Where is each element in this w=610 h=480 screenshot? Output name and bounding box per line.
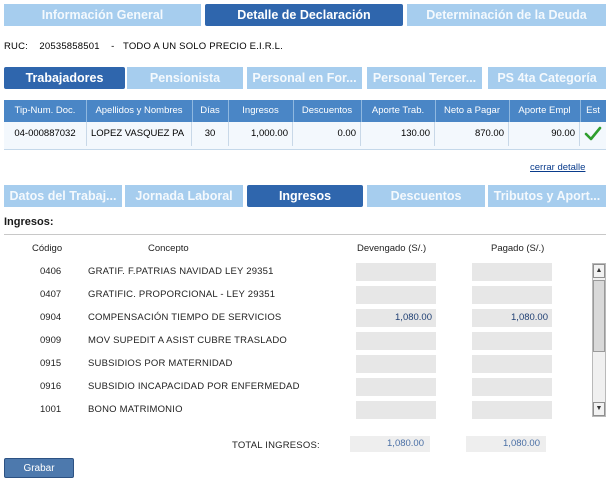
devengado-input[interactable] [356,332,436,350]
cell-estado [580,122,606,146]
col-ingresos[interactable]: Ingresos [228,100,294,122]
col-aporte-empl[interactable]: Aporte Empl [509,100,581,122]
ruc-separator: - [111,41,115,52]
ruc-label: RUC: [4,41,29,52]
company-name: TODO A UN SOLO PRECIO E.I.R.L. [122,41,283,52]
tab-personal-formacion[interactable]: Personal en For... [247,67,362,89]
pagado-input[interactable] [472,332,552,350]
tab-informacion-general[interactable]: Información General [4,4,201,26]
row-desc: COMPENSACIÓN TIEMPO DE SERVICIOS [88,312,282,323]
col-neto-pagar[interactable]: Neto a Pagar [435,100,510,122]
col-pagado: Pagado (S/.) [491,243,545,254]
row-desc: GRATIF. F.PATRIAS NAVIDAD LEY 29351 [88,266,274,277]
tab-trabajadores[interactable]: Trabajadores [4,67,125,89]
pagado-input[interactable] [472,286,552,304]
devengado-input[interactable] [356,286,436,304]
workers-grid: Tip-Num. Doc. Apellidos y Nombres Días I… [4,100,606,150]
cell-neto-pagar: 870.00 [435,122,509,146]
cell-aporte-trab: 130.00 [361,122,435,146]
row-code: 0904 [40,312,62,323]
tab-ps-4ta-categoria[interactable]: PS 4ta Categoría [488,67,606,89]
pagado-input[interactable] [472,378,552,396]
tab-tributos-aportes[interactable]: Tributos y Aport... [488,185,606,207]
col-concepto: Concepto [148,243,189,254]
pagado-input[interactable] [472,355,552,373]
devengado-input[interactable]: 1,080.00 [356,309,436,327]
ruc-number: 20535858501 [39,41,100,52]
tab-datos-trabajador[interactable]: Datos del Trabaj... [4,185,122,207]
devengado-input[interactable] [356,378,436,396]
col-devengado: Devengado (S/.) [357,243,427,254]
row-code: 0915 [40,358,62,369]
pagado-input[interactable] [472,263,552,281]
ingresos-scrollbar[interactable]: ▲ ▼ [592,263,606,417]
check-icon [584,126,602,141]
devengado-input[interactable] [356,401,436,419]
row-code: 0909 [40,335,62,346]
devengado-input[interactable] [356,263,436,281]
divider [4,234,606,235]
row-desc: SUBSIDIO INCAPACIDAD POR ENFERMEDAD [88,381,300,392]
close-detail-link[interactable]: cerrar detalle [530,162,585,173]
cell-nombre: LOPEZ VASQUEZ PA [86,122,192,146]
cell-ingresos: 1,000.00 [228,122,293,146]
col-codigo: Código [32,243,63,254]
col-dias[interactable]: Días [192,100,229,122]
row-code: 0406 [40,266,62,277]
tab-ingresos[interactable]: Ingresos [247,185,363,207]
scroll-down-icon[interactable]: ▼ [593,402,605,416]
cell-descuentos: 0.00 [293,122,361,146]
cell-doc: 04-000887032 [4,122,87,146]
section-title-ingresos: Ingresos: [4,216,54,228]
tab-detalle-declaracion[interactable]: Detalle de Declaración [205,4,403,26]
total-devengado: 1,080.00 [350,436,430,452]
row-desc: GRATIFIC. PROPORCIONAL - LEY 29351 [88,289,276,300]
row-code: 1001 [40,404,62,415]
total-pagado: 1,080.00 [466,436,546,452]
grid-header: Tip-Num. Doc. Apellidos y Nombres Días I… [4,100,606,122]
grabar-button[interactable]: Grabar [4,458,74,478]
tab-jornada-laboral[interactable]: Jornada Laboral [125,185,243,207]
row-desc: MOV SUPEDIT A ASIST CUBRE TRASLADO [88,335,287,346]
col-aporte-trab[interactable]: Aporte Trab. [361,100,436,122]
ruc-line: RUC: 20535858501 - TODO A UN SOLO PRECIO… [4,41,283,52]
devengado-input[interactable] [356,355,436,373]
scroll-thumb[interactable] [593,280,605,352]
col-estado[interactable]: Est [580,100,606,122]
cell-aporte-empl: 90.00 [509,122,580,146]
cell-dias: 30 [192,122,229,146]
row-code: 0916 [40,381,62,392]
total-ingresos-label: TOTAL INGRESOS: [232,440,320,451]
tab-determinacion-deuda[interactable]: Determinación de la Deuda [407,4,606,26]
tab-pensionista[interactable]: Pensionista [127,67,243,89]
row-code: 0407 [40,289,62,300]
pagado-input[interactable]: 1,080.00 [472,309,552,327]
tab-personal-terceros[interactable]: Personal Tercer... [367,67,482,89]
row-desc: SUBSIDIOS POR MATERNIDAD [88,358,233,369]
col-descuentos[interactable]: Descuentos [293,100,362,122]
col-tip-num-doc[interactable]: Tip-Num. Doc. [4,100,87,122]
pagado-input[interactable] [472,401,552,419]
col-apellidos-nombres[interactable]: Apellidos y Nombres [86,100,193,122]
scroll-up-icon[interactable]: ▲ [593,264,605,278]
tab-descuentos[interactable]: Descuentos [367,185,485,207]
row-desc: BONO MATRIMONIO [88,404,183,415]
